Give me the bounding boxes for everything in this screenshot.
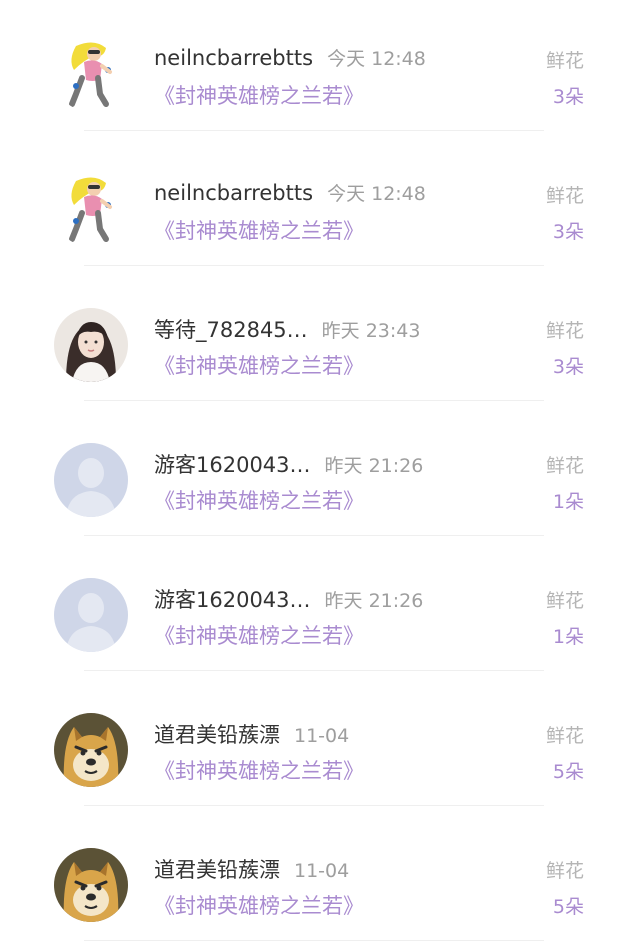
- user-name-row: 等待_782845… 昨天 23:43: [154, 314, 420, 344]
- gift-time: 昨天 21:26: [324, 590, 424, 612]
- gift-type-label: 鲜花: [545, 590, 584, 612]
- book-title-link[interactable]: 《封神英雄榜之兰若》: [154, 350, 364, 380]
- book-title-link[interactable]: 《封神英雄榜之兰若》: [154, 620, 364, 650]
- gift-record-list: neilncbarrebtts 今天 12:48 《封神英雄榜之兰若》 鲜花 3朵 ne…: [0, 0, 640, 945]
- user-name[interactable]: 等待_782845…: [154, 318, 308, 342]
- book-title-link[interactable]: 《封神英雄榜之兰若》: [154, 890, 364, 920]
- gift-count: 3朵: [552, 221, 584, 243]
- user-name[interactable]: 游客1620043…: [154, 453, 311, 477]
- user-name-row: 游客1620043… 昨天 21:26: [154, 584, 423, 614]
- gift-type-label: 鲜花: [545, 860, 584, 882]
- list-item[interactable]: 游客1620043… 昨天 21:26 《封神英雄榜之兰若》 鲜花 1朵: [0, 540, 640, 675]
- gift-type-label: 鲜花: [545, 185, 584, 207]
- user-name-row: 游客1620043… 昨天 21:26: [154, 449, 423, 479]
- list-item[interactable]: neilncbarrebtts 今天 12:48 《封神英雄榜之兰若》 鲜花 3朵: [0, 0, 640, 135]
- list-item[interactable]: neilncbarrebtts 今天 12:48 《封神英雄榜之兰若》 鲜花 3朵: [0, 135, 640, 270]
- gift-time: 11-04: [294, 860, 350, 882]
- list-item[interactable]: 游客1620043… 昨天 21:26 《封神英雄榜之兰若》 鲜花 1朵: [0, 405, 640, 540]
- gift-count: 5朵: [552, 761, 584, 783]
- user-name[interactable]: 游客1620043…: [154, 588, 311, 612]
- book-title-link[interactable]: 《封神英雄榜之兰若》: [154, 215, 364, 245]
- divider: [84, 130, 544, 131]
- user-name[interactable]: 道君美铅蔟漂: [154, 723, 280, 747]
- divider: [84, 670, 544, 671]
- gift-count: 3朵: [552, 86, 584, 108]
- user-name-row: neilncbarrebtts 今天 12:48: [154, 44, 426, 71]
- gift-type-label: 鲜花: [545, 725, 584, 747]
- user-name-row: 道君美铅蔟漂 11-04: [154, 719, 349, 749]
- gift-count: 1朵: [552, 491, 584, 513]
- user-name[interactable]: 道君美铅蔟漂: [154, 858, 280, 882]
- gift-type-label: 鲜花: [545, 455, 584, 477]
- gift-type-label: 鲜花: [545, 320, 584, 342]
- gift-time: 11-04: [294, 725, 350, 747]
- list-item[interactable]: 道君美铅蔟漂 11-04 《封神英雄榜之兰若》 鲜花 5朵: [0, 810, 640, 945]
- doge-avatar[interactable]: [54, 848, 128, 922]
- default-user-avatar[interactable]: [54, 443, 128, 517]
- divider: [84, 940, 544, 941]
- list-item[interactable]: 等待_782845… 昨天 23:43 《封神英雄榜之兰若》 鲜花 3朵: [0, 270, 640, 405]
- divider: [84, 805, 544, 806]
- user-name-row: neilncbarrebtts 今天 12:48: [154, 179, 426, 206]
- divider: [84, 400, 544, 401]
- gift-time: 今天 12:48: [327, 183, 426, 205]
- divider: [84, 535, 544, 536]
- gift-count: 5朵: [552, 896, 584, 918]
- list-item[interactable]: 道君美铅蔟漂 11-04 《封神英雄榜之兰若》 鲜花 5朵: [0, 675, 640, 810]
- book-title-link[interactable]: 《封神英雄榜之兰若》: [154, 755, 364, 785]
- divider: [84, 265, 544, 266]
- cartoon-girl-avatar[interactable]: [54, 173, 128, 247]
- cartoon-girl-avatar[interactable]: [54, 38, 128, 112]
- gift-time: 昨天 21:26: [324, 455, 424, 477]
- user-name-row: 道君美铅蔟漂 11-04: [154, 854, 349, 884]
- book-title-link[interactable]: 《封神英雄榜之兰若》: [154, 485, 364, 515]
- gift-time: 今天 12:48: [327, 48, 426, 70]
- user-name[interactable]: neilncbarrebtts: [154, 181, 313, 205]
- user-name[interactable]: neilncbarrebtts: [154, 46, 313, 70]
- default-user-avatar[interactable]: [54, 578, 128, 652]
- gift-count: 1朵: [552, 626, 584, 648]
- doge-avatar[interactable]: [54, 713, 128, 787]
- photo-girl-avatar[interactable]: [54, 308, 128, 382]
- gift-type-label: 鲜花: [545, 50, 584, 72]
- gift-time: 昨天 23:43: [321, 320, 421, 342]
- book-title-link[interactable]: 《封神英雄榜之兰若》: [154, 80, 364, 110]
- gift-count: 3朵: [552, 356, 584, 378]
